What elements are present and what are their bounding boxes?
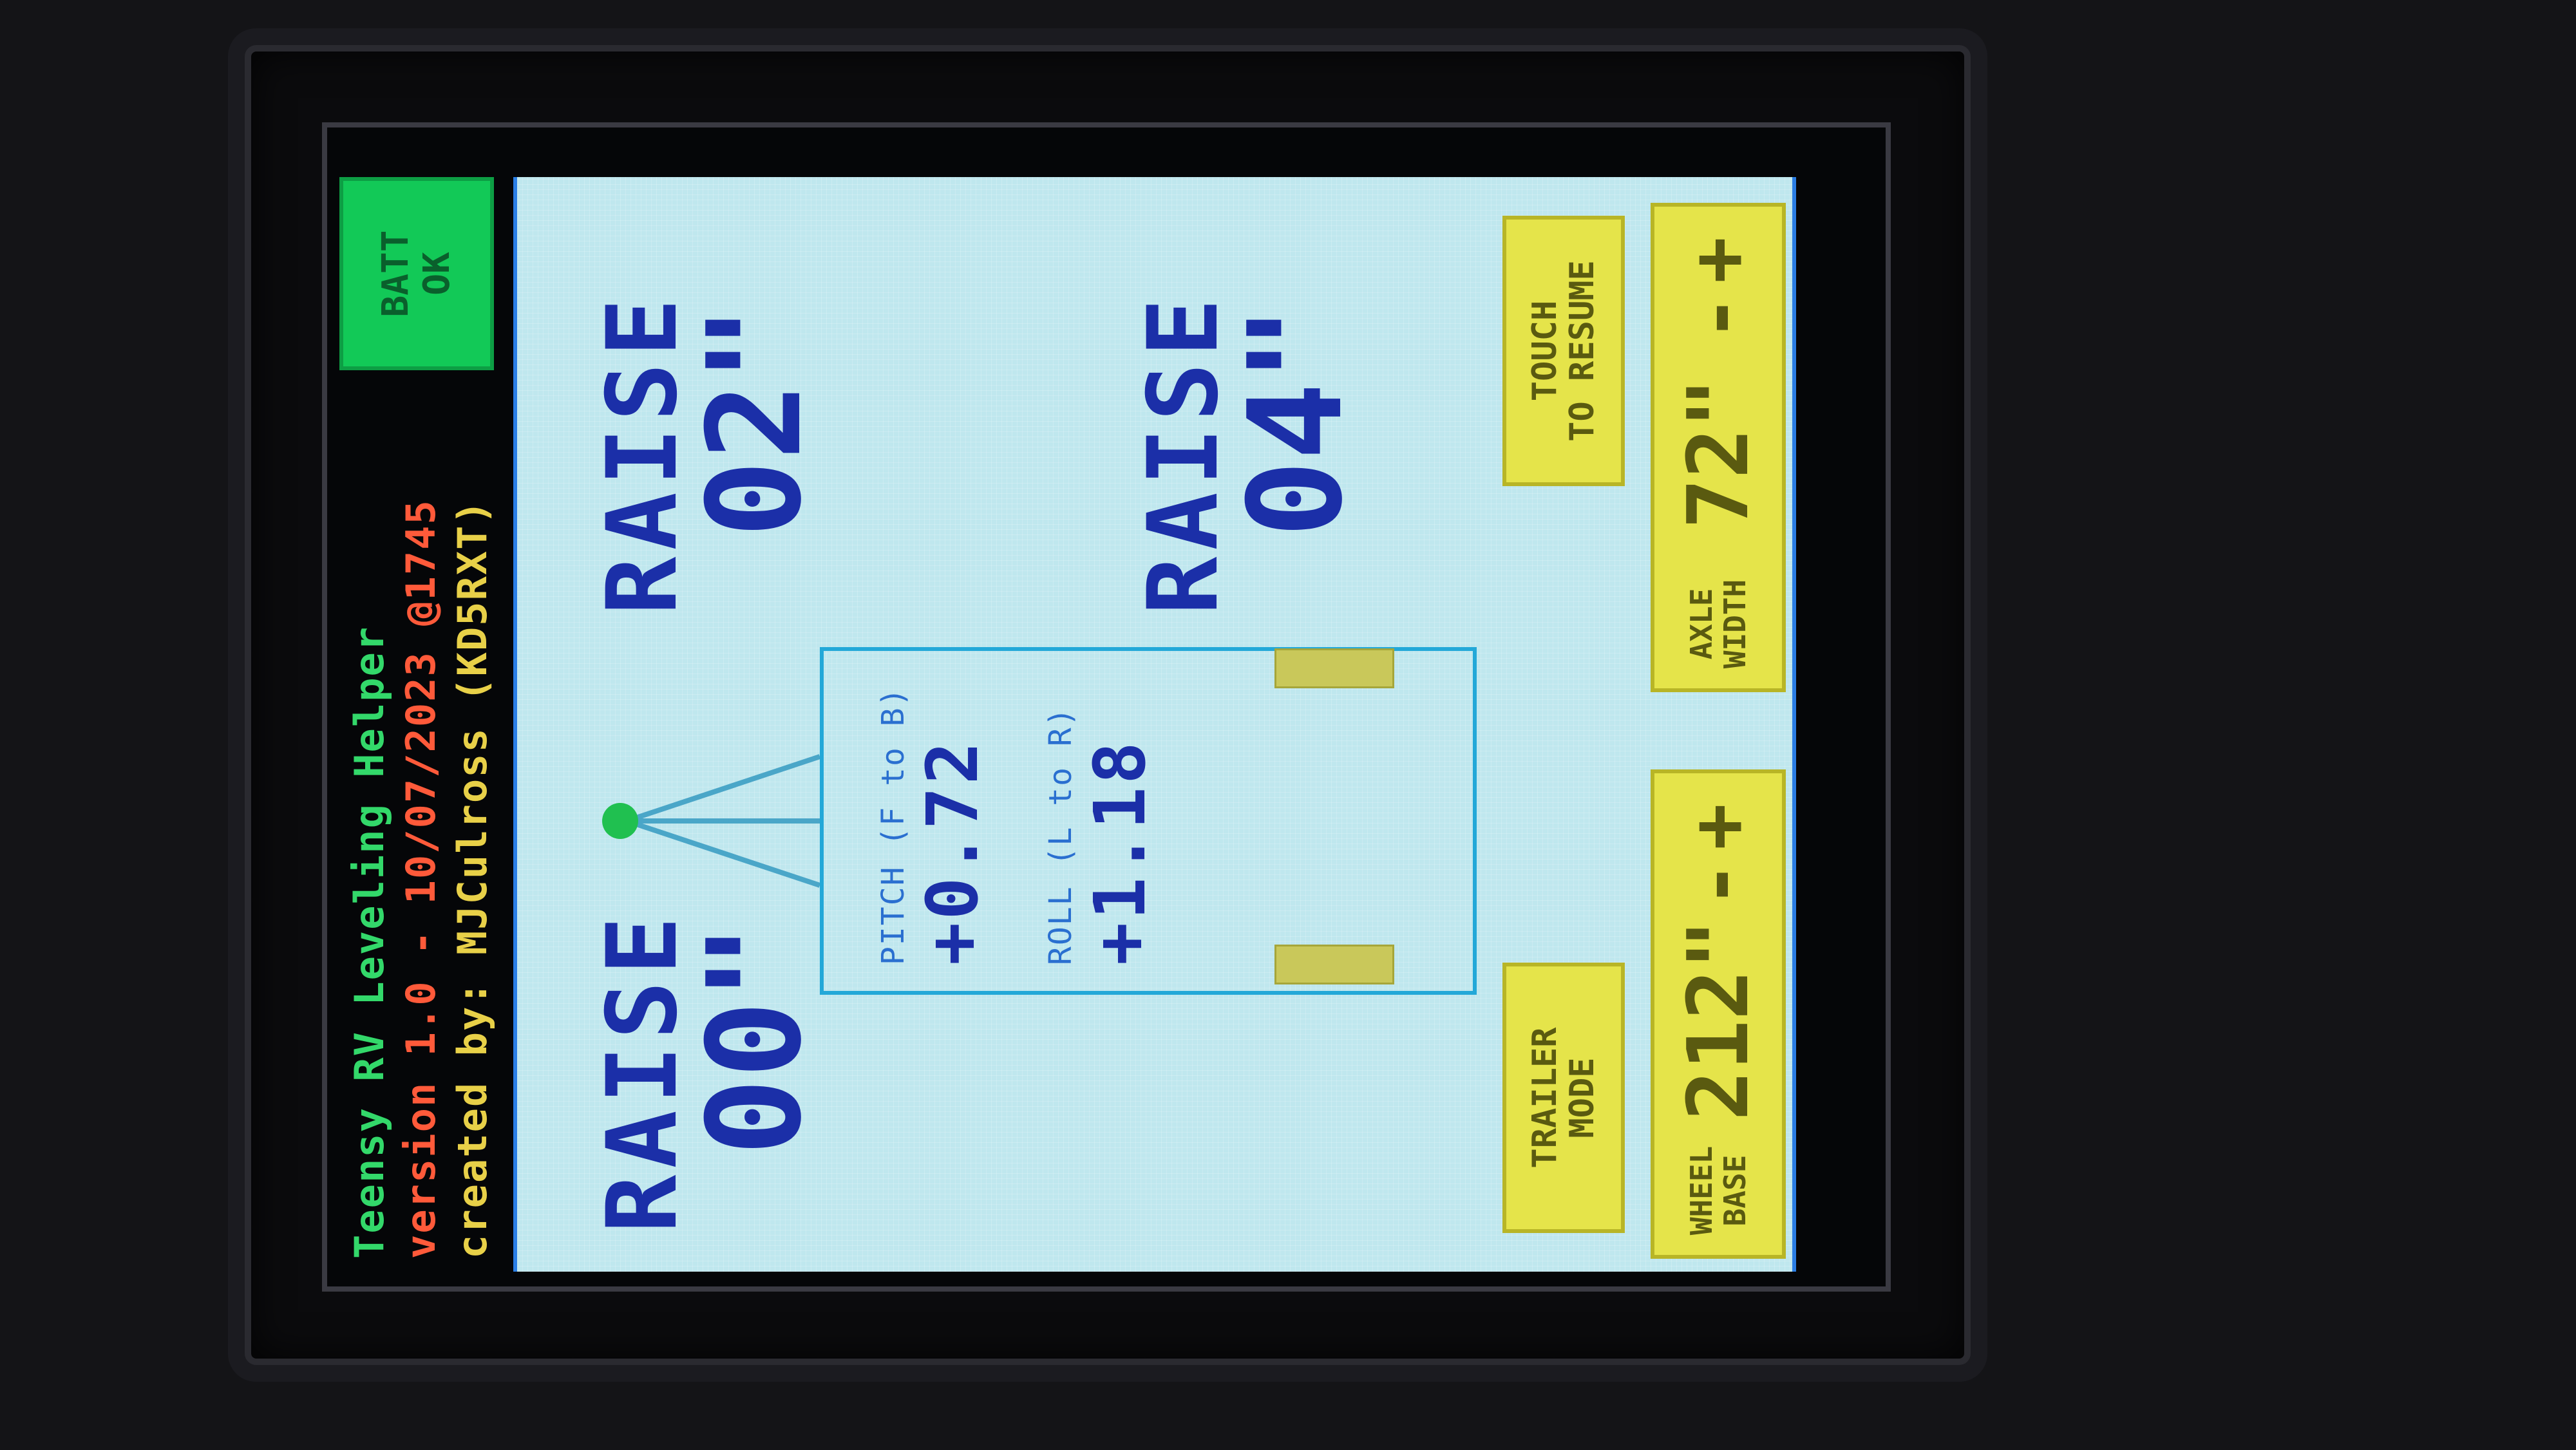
wheel-base-caption: WHEEL BASE (1684, 1126, 1752, 1255)
display-screen: Teensy RV Leveling Helper version 1.0 - … (333, 138, 1879, 1272)
raise-amount: 02" (680, 305, 830, 538)
right-wheel (1274, 648, 1394, 688)
hitch-ball (602, 803, 638, 839)
trailer-mode-line1: TRAILER (1526, 1027, 1564, 1169)
front-left-raise: RAISE 00" (587, 910, 830, 1233)
axle-width-minus-button[interactable]: - (1674, 289, 1763, 347)
raise-label: RAISE (587, 292, 699, 615)
wheel-base-cap1: WHEEL (1684, 1145, 1719, 1236)
resume-line1: TOUCH (1526, 300, 1564, 402)
pitch-value: +0.72 (911, 739, 994, 965)
axle-width-stepper: AXLE WIDTH 72" - + (1651, 203, 1786, 692)
wheel-base-value: 212" (1669, 919, 1767, 1121)
hitch-arm-right (625, 754, 821, 824)
axle-width-value: 72" (1669, 377, 1767, 529)
left-wheel (1274, 945, 1394, 984)
pitch-readout: PITCH (F to B) +0.72 (875, 686, 994, 965)
wheel-base-minus-button[interactable]: - (1674, 856, 1763, 914)
hitch-arm-left (625, 818, 821, 888)
version-text: version 1.0 - 10/07/2023 @1745 (397, 499, 444, 1259)
raise-label: RAISE (587, 910, 699, 1233)
axle-width-caption: AXLE WIDTH (1684, 560, 1752, 688)
rear-raise: RAISE 04" (1128, 292, 1371, 615)
pitch-label: PITCH (F to B) (875, 686, 911, 965)
trailer-mode-line2: MODE (1563, 1057, 1602, 1138)
leveling-panel: RAISE 00" RAISE 02" RAISE 04" PITCH (F t… (513, 177, 1796, 1272)
axle-width-cap1: AXLE (1684, 588, 1719, 660)
raise-label: RAISE (1128, 292, 1240, 615)
wheel-base-stepper: WHEEL BASE 212" - + (1651, 769, 1786, 1259)
wheel-base-cap2: BASE (1718, 1154, 1752, 1227)
front-right-raise: RAISE 02" (587, 292, 830, 615)
wheel-base-plus-button[interactable]: + (1674, 798, 1763, 856)
raise-amount: 00" (680, 923, 830, 1156)
resume-line2: TO RESUME (1563, 260, 1602, 442)
header: Teensy RV Leveling Helper version 1.0 - … (333, 138, 500, 1272)
battery-state: OK (416, 252, 458, 296)
axle-width-plus-button[interactable]: + (1674, 231, 1763, 289)
author-text: created by: MJCulross (KD5RXT) (449, 499, 496, 1259)
raise-amount: 04" (1221, 305, 1371, 538)
battery-status-badge: BATT OK (339, 177, 494, 370)
roll-label: ROLL (L to R) (1043, 706, 1079, 965)
touch-to-resume-button[interactable]: TOUCH TO RESUME (1502, 216, 1625, 486)
axle-width-cap2: WIDTH (1718, 579, 1752, 669)
app-title: Teensy RV Leveling Helper (346, 625, 393, 1259)
trailer-mode-button[interactable]: TRAILER MODE (1502, 963, 1625, 1233)
roll-readout: ROLL (L to R) +1.18 (1043, 706, 1161, 965)
rv-outline: PITCH (F to B) +0.72 ROLL (L to R) +1.18 (820, 647, 1477, 995)
battery-label: BATT (375, 230, 417, 317)
roll-value: +1.18 (1079, 739, 1161, 965)
